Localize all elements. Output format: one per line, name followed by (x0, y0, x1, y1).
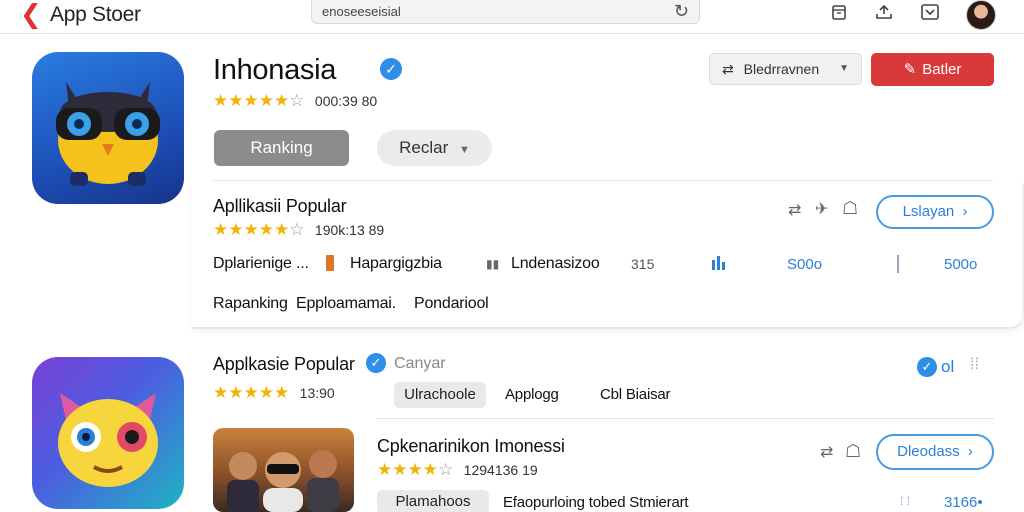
star-empty-icon: ☆ (289, 91, 305, 110)
star-rating: ★★★★★ (213, 91, 290, 110)
game-description: Efaopurloing tobed Stmierart (503, 494, 689, 511)
app-subtitle: Canyar (394, 355, 446, 372)
star-rating: ★★★★★ (213, 383, 290, 402)
game-thumbnail[interactable] (213, 428, 354, 512)
grip-icon: ▮▮ (486, 257, 500, 271)
star-empty-icon: ☆ (289, 220, 305, 239)
star-rating: ★★★★ (377, 460, 438, 479)
filter-icon: ⇄ (722, 61, 734, 77)
top-bar: ❮ App Stoer enoseeseisial ↻ (0, 0, 1024, 34)
tab-reclar[interactable]: Reclar ▼ (377, 130, 492, 166)
app-icon-cat[interactable] (32, 357, 184, 509)
inbox-icon[interactable] (919, 3, 941, 25)
view-button-label: Lslayan (902, 203, 955, 220)
app-name: Inhonasia (213, 54, 337, 86)
app-rating: ★★★★★☆ 000:39 80 (213, 91, 377, 111)
star-rating: ★★★★★ (213, 220, 290, 239)
category-chip[interactable]: Plamahoos (377, 490, 489, 512)
value-label: 3166• (944, 494, 983, 511)
verified-check-icon: ✓ (366, 353, 386, 373)
list-item[interactable]: Rapanking (213, 295, 288, 313)
primary-button[interactable]: ✎ Batler (871, 53, 994, 86)
share-icon[interactable] (873, 3, 895, 25)
flag-icon (326, 255, 334, 271)
search-input[interactable]: enoseeseisial ↻ (311, 0, 700, 24)
tab-ranking[interactable]: Ranking (214, 130, 349, 166)
bookmark-icon[interactable]: ☖ (842, 198, 858, 219)
rating-count: 000:39 80 (314, 93, 378, 109)
back-arrow-icon[interactable]: ❮ (20, 1, 42, 27)
list-item[interactable]: Hapargigzbia (350, 255, 442, 273)
game-rating: ★★★★☆ 1294136 19 (377, 460, 538, 480)
chevron-down-icon: ▼ (839, 63, 849, 74)
verified-check-icon: ✓ (380, 58, 402, 80)
value-label: S00o (787, 256, 823, 273)
search-value: enoseeseisial (322, 4, 401, 19)
grip-icon: ⁞ ⁞ (900, 494, 911, 508)
refresh-icon[interactable]: ↻ (674, 1, 689, 22)
tag-label[interactable]: Cbl Biaisar (600, 386, 671, 403)
app-title: App Stoer (50, 3, 141, 26)
calendar-icon[interactable] (828, 3, 850, 25)
rating-count: 13:90 (299, 385, 335, 401)
section-rating: ★★★★★☆ 190k:13 89 (213, 220, 384, 240)
bar-chart-icon (710, 254, 728, 277)
list-item[interactable]: Epploamamai. (296, 295, 396, 313)
bookmark-icon[interactable]: ☖ (845, 441, 861, 462)
download-button[interactable]: Dleodass › (876, 434, 994, 470)
section-rating: ★★★★★ 13:90 (213, 383, 335, 403)
edit-icon: ✎ (903, 61, 917, 78)
download-button-label: Dleodass (897, 443, 960, 460)
list-item[interactable]: Dplarienige ... (213, 255, 309, 273)
filter-dropdown[interactable]: ⇄ Bledrravnen ▼ (709, 53, 862, 85)
chevron-right-icon: › (962, 203, 968, 220)
side-value: ol (941, 357, 955, 376)
divider (897, 255, 899, 273)
primary-button-label: Batler (922, 61, 962, 78)
section-title: Applkasie Popular (213, 354, 355, 374)
divider (213, 180, 993, 181)
more-icon[interactable]: ⁞⁞ (970, 356, 979, 374)
verified-check-icon: ✓ (917, 357, 937, 377)
row-count: 315 (631, 256, 655, 272)
chevron-right-icon: › (967, 443, 973, 460)
link-icon[interactable]: ⇄ (788, 200, 801, 220)
value-label: 500o (944, 256, 978, 273)
filter-label: Bledrravnen (743, 61, 820, 77)
tab-reclar-label: Reclar (399, 138, 449, 157)
pin-icon[interactable]: ✈ (815, 199, 828, 219)
chevron-down-icon: ▼ (458, 144, 470, 156)
section-title: Apllikasii Popular (213, 196, 347, 216)
divider (377, 418, 994, 419)
avatar[interactable] (966, 0, 996, 30)
star-empty-icon: ☆ (437, 460, 454, 479)
list-item[interactable]: Lndenasizoo (511, 255, 600, 273)
category-chip[interactable]: Ulrachoole (394, 382, 486, 408)
tag-label[interactable]: Applogg (505, 386, 559, 403)
app-icon-owl[interactable] (32, 52, 184, 204)
rating-count: 190k:13 89 (314, 222, 385, 238)
rating-count: 1294136 19 (463, 462, 538, 478)
view-button[interactable]: Lslayan › (876, 195, 994, 229)
link-icon[interactable]: ⇄ (820, 442, 833, 462)
game-title: Cpkenarinikon Imonessi (377, 436, 565, 456)
list-item[interactable]: Pondariool (414, 295, 489, 313)
